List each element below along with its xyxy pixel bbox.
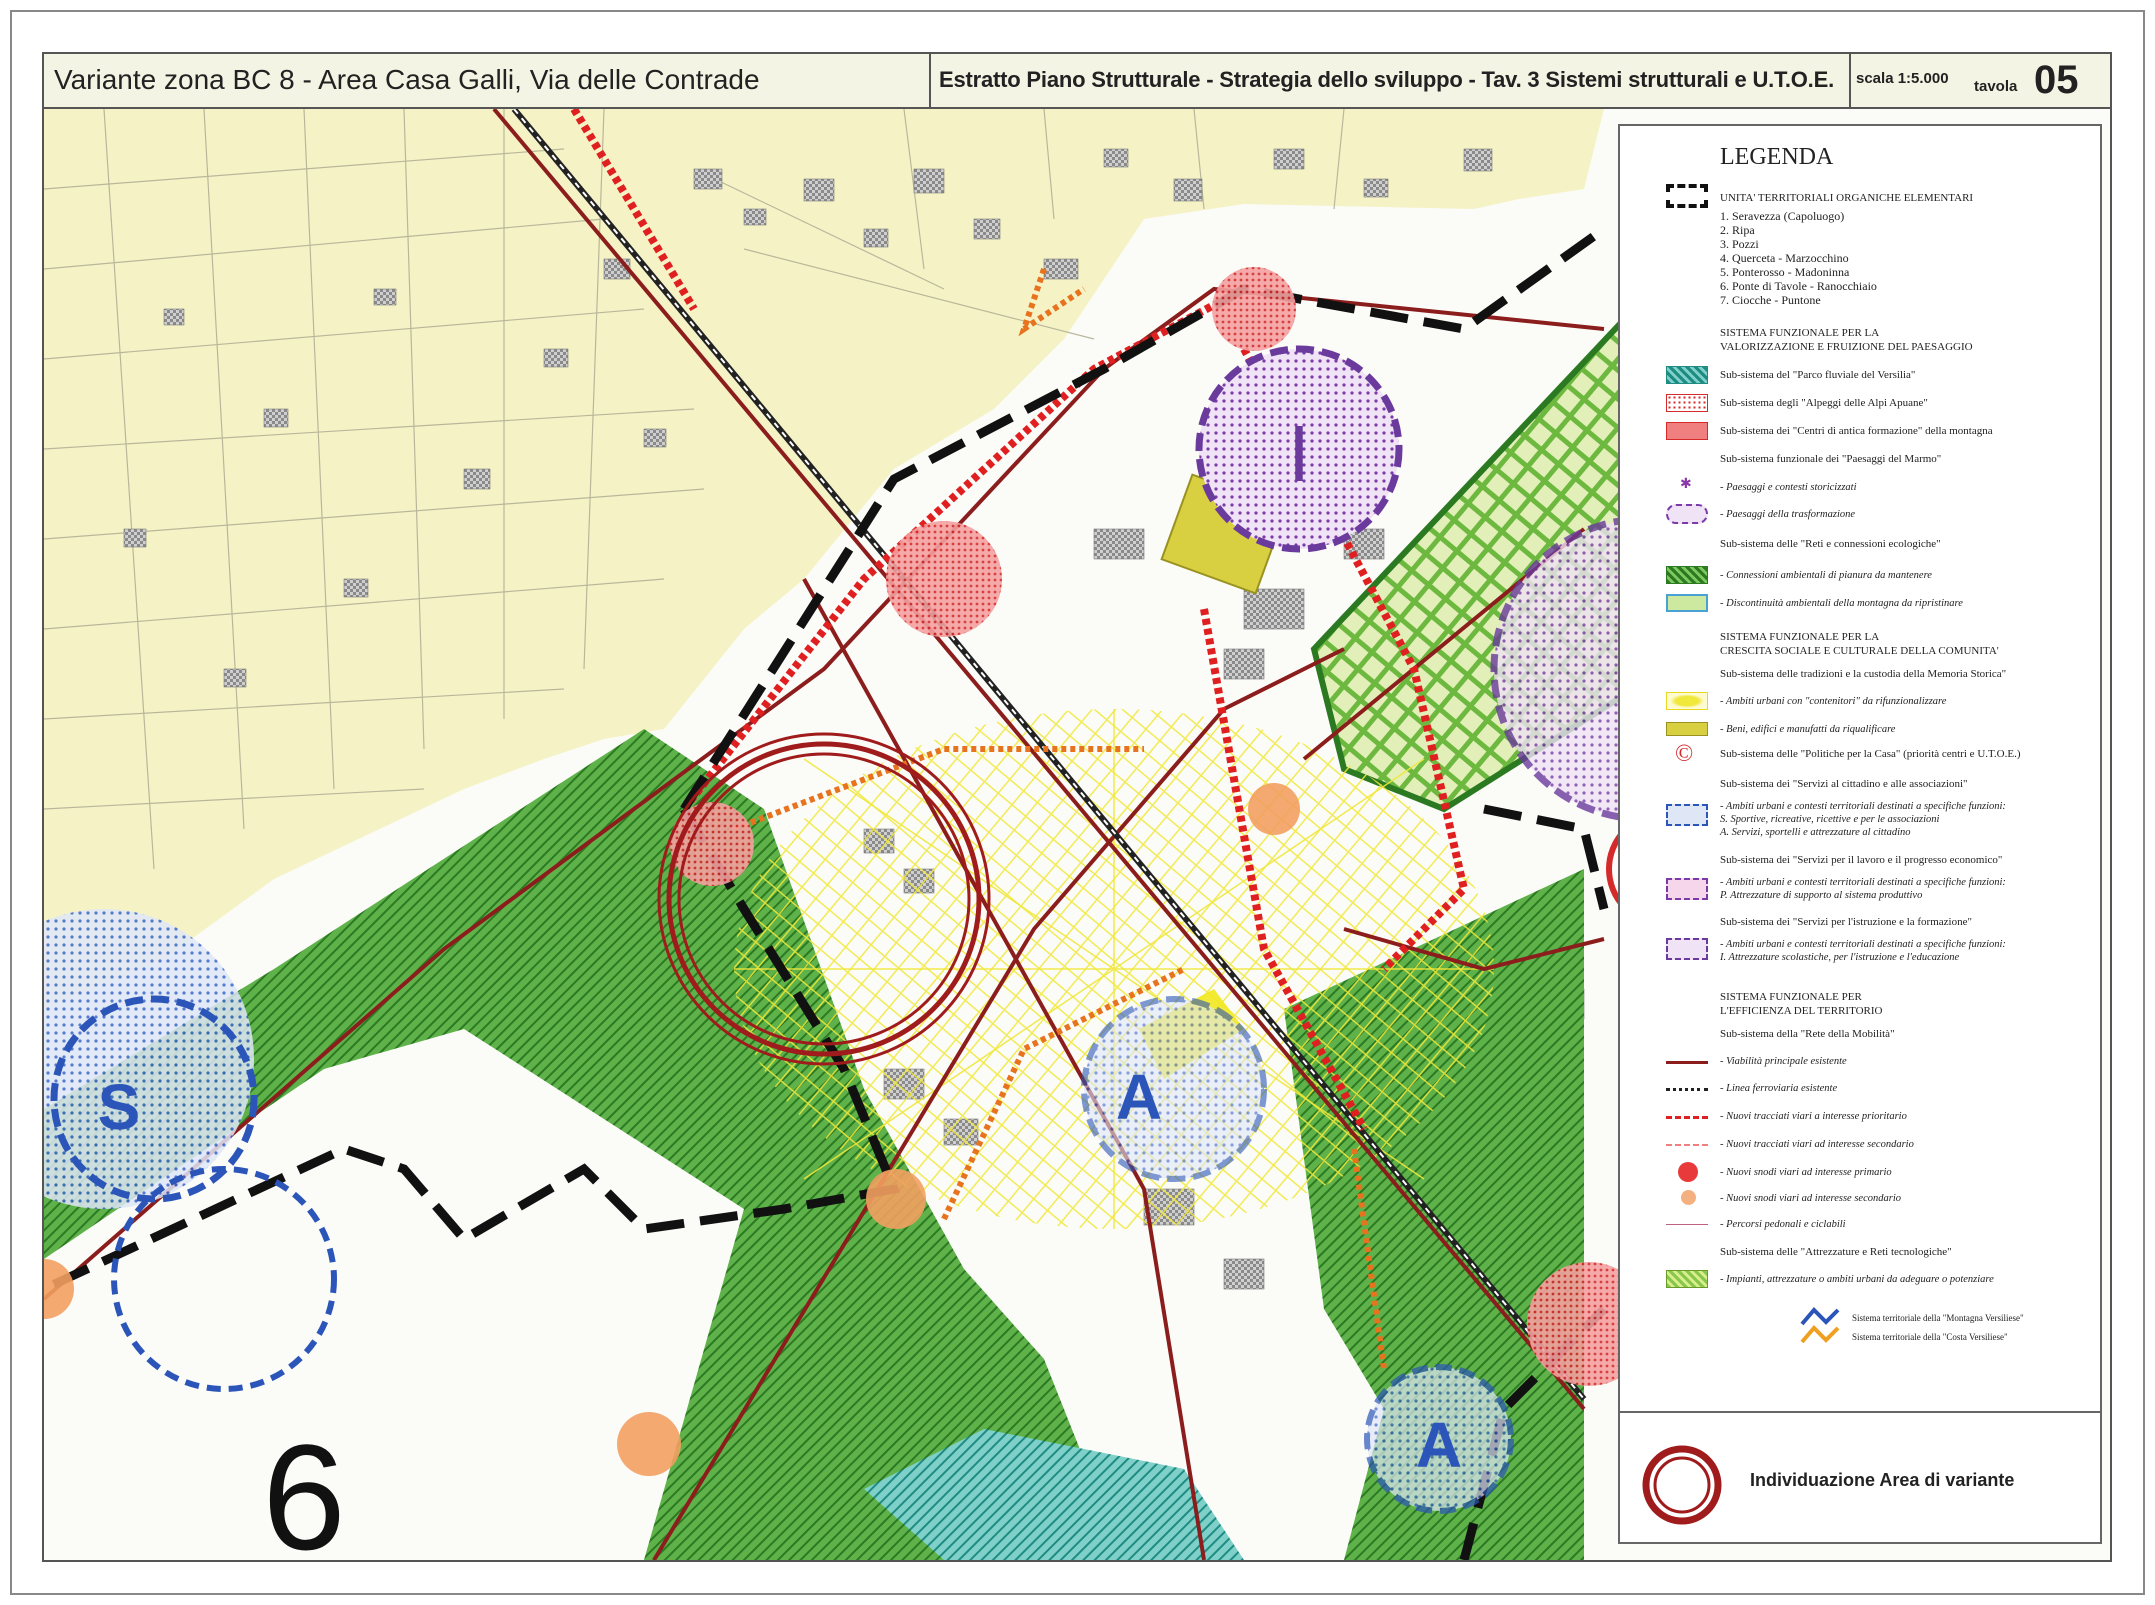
beni-swatch — [1666, 722, 1708, 736]
connessioni-swatch — [1666, 566, 1708, 584]
servizi-istruzione-desc: - Ambiti urbani e contesti territoriali … — [1720, 939, 2006, 950]
snodi-secondario-label: - Nuovi snodi viari ad interesse seconda… — [1720, 1193, 1902, 1204]
label-s: S — [98, 1071, 141, 1143]
utoe-list: 1. Seravezza (Capoluogo) 2. Ripa 3. Pozz… — [1720, 209, 1877, 307]
trasformazione-label: - Paesaggi della trasformazione — [1720, 509, 1856, 520]
utoe-number-label: 6 — [262, 1413, 345, 1560]
casa-label: Sub-sistema delle "Politiche per la Casa… — [1720, 748, 2021, 760]
tavola-label: tavola — [1974, 78, 2018, 95]
utoe-item: 7. Ciocche - Puntone — [1720, 293, 1821, 307]
utoe-item: 5. Ponterosso - Madoninna — [1720, 265, 1850, 279]
storicizzati-label: - Paesaggi e contesti storicizzati — [1720, 482, 1857, 493]
beni-label: - Beni, edifici e manufatti da riqualifi… — [1720, 724, 1896, 735]
servizi-cittadino-swatch — [1666, 804, 1708, 826]
tavola-number: 05 — [2034, 58, 2079, 102]
servizi-cittadino-a: A. Servizi, sportelli e attrezzature al … — [1720, 827, 1911, 838]
nuovi-secondario-swatch — [1666, 1144, 1708, 1146]
utoe-item: 2. Ripa — [1720, 223, 1755, 237]
servizi-istruzione-i: I. Attrezzature scolastiche, per l'istru… — [1720, 952, 1960, 963]
legend-panel: LEGENDA UNITA' TERRITORIALI ORGANICHE EL… — [1618, 124, 2102, 1544]
variant-legend-box: Individuazione Area di variante — [1620, 1411, 2100, 1544]
parco-label: Sub-sistema del "Parco fluviale del Vers… — [1720, 369, 1916, 381]
servizi-cittadino-label: Sub-sistema dei "Servizi al cittadino e … — [1720, 778, 1968, 790]
montagna-label: Sistema territoriale della "Montagna Ver… — [1852, 1313, 2024, 1323]
copyright-icon: © — [1675, 741, 1694, 767]
title-block: Variante zona BC 8 - Area Casa Galli, Vi… — [44, 54, 2110, 109]
label-a-2: A — [1416, 1409, 1462, 1481]
ambiti-contenitori-label: - Ambiti urbani con "contenitori" da rif… — [1720, 696, 1947, 707]
servizi-istruzione-label: Sub-sistema dei "Servizi per l'istruzion… — [1720, 916, 1972, 928]
discontinuita-label: - Discontinuità ambientali della montagn… — [1720, 598, 1963, 609]
ferrovia-swatch — [1666, 1088, 1708, 1091]
parco-swatch — [1666, 366, 1708, 384]
territorial-systems-icon — [1800, 1307, 1840, 1344]
impianti-label: - Impianti, attrezzature o ambiti urbani… — [1720, 1274, 1994, 1285]
centri-label: Sub-sistema dei "Centri di antica formaz… — [1720, 425, 1993, 437]
sys2-heading-1: SISTEMA FUNZIONALE PER LA — [1720, 631, 1880, 643]
sys1-heading-2: VALORIZZAZIONE E FRUIZIONE DEL PAESAGGIO — [1720, 341, 1973, 353]
servizi-istruzione-swatch — [1666, 938, 1708, 960]
servizi-lavoro-swatch — [1666, 878, 1708, 900]
servizi-cittadino-desc: - Ambiti urbani e contesti territoriali … — [1720, 801, 2006, 812]
utoe-heading: UNITA' TERRITORIALI ORGANICHE ELEMENTARI — [1720, 192, 1974, 204]
servizi-lavoro-p: P. Attrezzature di supporto al sistema p… — [1720, 890, 1923, 901]
percorsi-swatch — [1666, 1224, 1708, 1225]
drawing-frame: Variante zona BC 8 - Area Casa Galli, Vi… — [42, 52, 2112, 1562]
ferrovia-label: - Linea ferroviaria esistente — [1720, 1083, 1838, 1094]
connessioni-label: - Connessioni ambientali di pianura da m… — [1720, 570, 1932, 581]
nuovi-prioritario-swatch — [1666, 1116, 1708, 1119]
percorsi-label: - Percorsi pedonali e ciclabili — [1720, 1219, 1846, 1230]
trasformazione-swatch — [1666, 504, 1708, 524]
sys1-heading-1: SISTEMA FUNZIONALE PER LA — [1720, 327, 1880, 339]
service-area-a1 — [1081, 996, 1267, 1182]
label-i-1: I — [1288, 409, 1310, 498]
utoe-swatch — [1666, 184, 1708, 208]
costa-label: Sistema territoriale della "Costa Versil… — [1852, 1332, 2008, 1342]
servizi-lavoro-label: Sub-sistema dei "Servizi per il lavoro e… — [1720, 854, 2003, 866]
asterisk-icon: ✱ — [1680, 477, 1692, 492]
discontinuita-swatch — [1666, 594, 1708, 612]
sys2-heading-2: CRESCITA SOCIALE E CULTURALE DELLA COMUN… — [1720, 645, 1999, 657]
utoe-item: 6. Ponte di Tavole - Ranocchiaio — [1720, 279, 1877, 293]
legend-title: LEGENDA — [1720, 144, 1834, 170]
marmo-label: Sub-sistema funzionale dei "Paesaggi del… — [1720, 453, 1942, 465]
utoe-item: 1. Seravezza (Capoluogo) — [1720, 209, 1845, 223]
attrezzature-label: Sub-sistema delle "Attrezzature e Reti t… — [1720, 1246, 1952, 1258]
sys3-heading-2: L'EFFICIENZA DEL TERRITORIO — [1720, 1005, 1883, 1017]
document-title: Variante zona BC 8 - Area Casa Galli, Vi… — [54, 64, 760, 95]
snodi-primario-label: - Nuovi snodi viari ad interesse primari… — [1720, 1167, 1892, 1178]
nuovi-prioritario-label: - Nuovi tracciati viari a interesse prio… — [1720, 1111, 1907, 1122]
servizi-cittadino-s: S. Sportive, ricreative, ricettive e per… — [1720, 814, 1940, 825]
snodi-primario-swatch — [1678, 1162, 1698, 1182]
utoe-item: 3. Pozzi — [1720, 237, 1759, 251]
utoe-item: 4. Querceta - Marzocchino — [1720, 251, 1849, 265]
title-divider — [1849, 54, 1851, 107]
viabilita-label: - Viabilità principale esistente — [1720, 1056, 1847, 1067]
impianti-swatch — [1666, 1270, 1708, 1288]
document-subtitle: Estratto Piano Strutturale - Strategia d… — [939, 67, 1834, 92]
tradizioni-label: Sub-sistema delle tradizioni e la custod… — [1720, 668, 2007, 680]
servizi-lavoro-desc: - Ambiti urbani e contesti territoriali … — [1720, 877, 2006, 888]
scale-label: scala 1:5.000 — [1856, 70, 1949, 87]
variant-ring-icon — [1642, 1445, 1722, 1525]
title-divider — [929, 54, 931, 107]
variant-area-label: Individuazione Area di variante — [1750, 1470, 2015, 1490]
centri-swatch — [1666, 422, 1708, 440]
mobilita-label: Sub-sistema della "Rete della Mobilità" — [1720, 1028, 1895, 1040]
viabilita-swatch — [1666, 1061, 1708, 1064]
nuovi-secondario-label: - Nuovi tracciati viari ad interesse sec… — [1720, 1139, 1914, 1150]
alpeggi-label: Sub-sistema degli "Alpeggi delle Alpi Ap… — [1720, 397, 1928, 409]
ambiti-contenitori-swatch — [1666, 692, 1708, 710]
snodi-secondario-swatch — [1681, 1190, 1696, 1205]
reti-eco-label: Sub-sistema delle "Reti e connessioni ec… — [1720, 538, 1941, 550]
label-a-1: A — [1116, 1061, 1162, 1133]
alpeggi-swatch — [1666, 394, 1708, 412]
sys3-heading-1: SISTEMA FUNZIONALE PER — [1720, 991, 1862, 1003]
